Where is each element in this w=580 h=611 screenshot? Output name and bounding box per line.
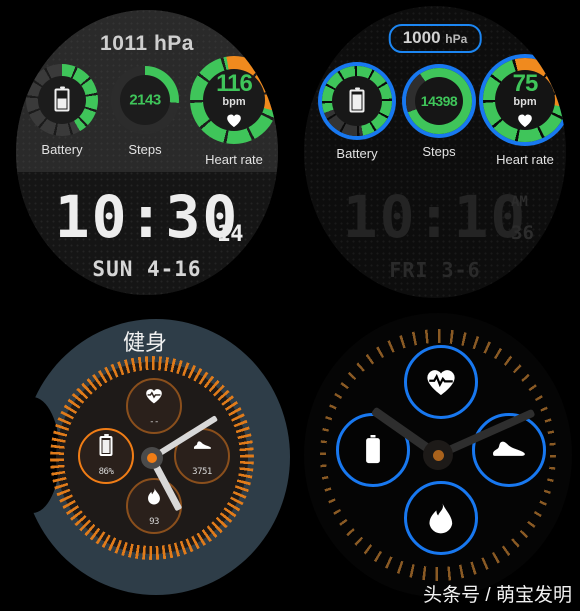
steps-value: 2143 xyxy=(129,91,161,109)
pressure-value: 1000 xyxy=(402,28,441,47)
shoe-icon xyxy=(193,441,212,452)
pressure-readout: 1011 hPa xyxy=(100,32,194,55)
shoe-icon xyxy=(492,440,526,460)
heart-rate-unit: bpm xyxy=(513,96,537,108)
battery-value: 86% xyxy=(98,467,114,477)
heart-pulse-icon xyxy=(426,369,456,395)
ampm-indicator: AM xyxy=(511,194,528,210)
complication-label: Heart rate xyxy=(496,152,554,167)
dial-hub xyxy=(141,447,163,469)
heart-rate-gauge-ring: 75 bpm xyxy=(483,58,566,142)
battery-icon xyxy=(54,88,70,112)
battery-icon xyxy=(349,89,365,113)
heart-icon xyxy=(518,114,533,127)
steps-value: 14398 xyxy=(420,93,458,109)
watch-face-body xyxy=(304,313,572,597)
flame-icon xyxy=(428,502,454,534)
complication-steps[interactable]: 14398 Steps xyxy=(402,64,476,159)
watermark: 头条号 / 萌宝发明 xyxy=(423,585,572,606)
date-display: SUN 4-16 xyxy=(92,257,202,281)
complication-heart-rate[interactable]: -- xyxy=(126,378,182,434)
analog-dial: -- 86% 3751 93 xyxy=(50,356,254,560)
dial-hub xyxy=(423,440,453,470)
battery-gauge-ring xyxy=(322,66,392,136)
heart-rate-unit: bpm xyxy=(222,96,246,108)
complication-heart-rate[interactable]: 116 bpm Heart rate xyxy=(190,56,278,167)
heart-rate-value: 116 xyxy=(216,70,253,97)
steps-gauge-ring: 2143 xyxy=(111,66,179,134)
seconds-display: 14 xyxy=(217,222,244,247)
complication-heart-rate[interactable] xyxy=(404,345,478,419)
pressure-badge: 1000 hPa xyxy=(388,24,482,53)
heart-rate-outer-ring: 75 bpm xyxy=(479,54,566,146)
watch-face-top-right[interactable]: 1000 hPa Battery 14398 Steps 75 bpm Hear… xyxy=(290,0,580,305)
complication-calories[interactable] xyxy=(404,481,478,555)
date-display: FRI 3-6 xyxy=(389,258,481,282)
pressure-unit: hPa xyxy=(445,32,468,46)
complication-label: Heart rate xyxy=(205,152,263,167)
watch-face-bottom-left[interactable]: 7 健身 -- 86% xyxy=(0,305,290,611)
flame-icon xyxy=(147,487,161,505)
steps-outer-ring: 14398 xyxy=(402,64,476,138)
calories-value: 93 xyxy=(149,517,159,527)
watch-face-gallery: 1011 hPa Battery 2143 Steps 116 bpm Hear… xyxy=(0,0,580,611)
battery-icon xyxy=(364,435,382,465)
watch-face-body: 1000 hPa Battery 14398 Steps 75 bpm Hear… xyxy=(304,6,566,298)
battery-outer-ring xyxy=(318,62,396,140)
complication-heart-rate[interactable]: 75 bpm Heart rate xyxy=(479,54,566,167)
page-title: 健身 xyxy=(122,330,167,355)
battery-gauge-ring xyxy=(26,64,98,136)
steps-value: 3751 xyxy=(192,467,212,477)
steps-gauge-ring: 14398 xyxy=(406,68,472,134)
heart-rate-gauge-ring: 116 bpm xyxy=(190,56,278,144)
watch-face-body: 1011 hPa Battery 2143 Steps 116 bpm Hear… xyxy=(16,10,278,295)
heart-icon xyxy=(227,114,242,127)
seconds-display: 36 xyxy=(511,222,534,244)
watch-face-bottom-right[interactable]: 头条号 / 萌宝发明 xyxy=(290,305,580,611)
complication-steps[interactable]: 2143 Steps xyxy=(111,66,179,157)
heart-pulse-icon xyxy=(146,389,163,404)
heart-rate-value: 75 xyxy=(512,70,539,97)
complication-battery[interactable]: Battery xyxy=(26,64,98,157)
battery-icon xyxy=(99,436,113,456)
watch-face-top-left[interactable]: 1011 hPa Battery 2143 Steps 116 bpm Hear… xyxy=(0,0,290,305)
heart-rate-value: -- xyxy=(149,417,159,427)
complication-battery[interactable]: Battery xyxy=(318,62,396,161)
complication-battery[interactable]: 86% xyxy=(78,428,134,484)
